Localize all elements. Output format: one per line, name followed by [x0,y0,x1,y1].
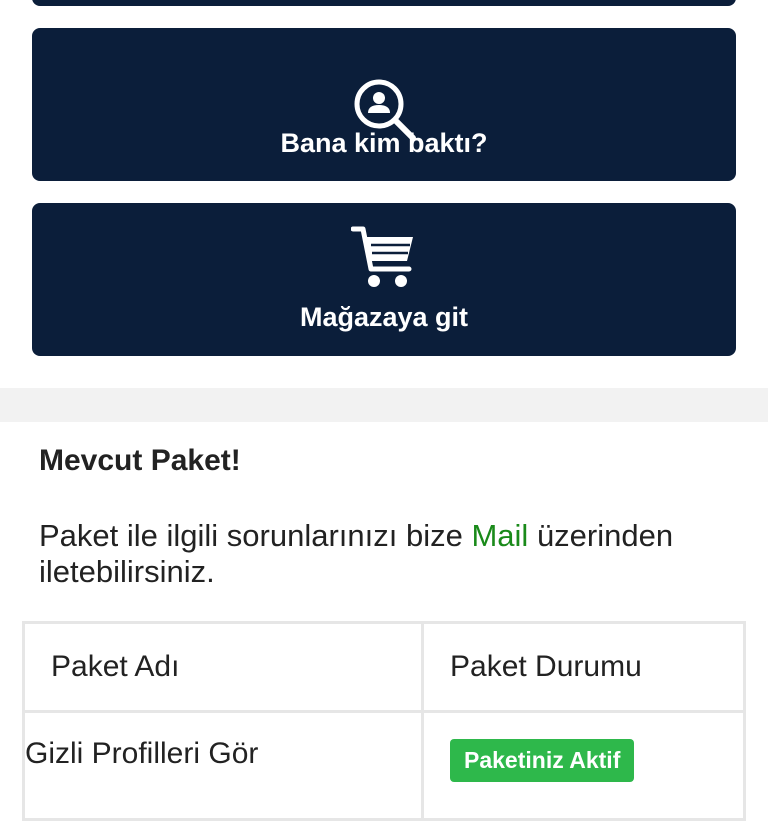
package-description: Paket ile ilgili sorunlarınızı bize Mail… [39,518,749,590]
package-status-cell: Paketiniz Aktif [421,710,746,821]
status-badge: Paketiniz Aktif [450,739,635,782]
actions-section: Bana kim baktı? Mağazaya git [0,0,768,388]
table-header-row: Paket Adı Paket Durumu [22,621,746,713]
package-description-prefix: Paket ile ilgili sorunlarınızı bize [39,518,472,553]
section-divider [0,388,768,422]
package-table: Paket Adı Paket Durumu Gizli Profilleri … [22,621,746,821]
who-viewed-me-button[interactable]: Bana kim baktı? [32,28,736,181]
go-to-store-label: Mağazaya git [299,302,469,332]
previous-action-card[interactable] [32,0,736,6]
package-name-cell: Gizli Profilleri Gör [22,710,424,821]
current-package-section: Mevcut Paket! Paket ile ilgili sorunları… [0,422,768,821]
current-package-title: Mevcut Paket! [39,444,241,477]
header-package-name: Paket Adı [22,621,424,713]
shopping-cart-icon [351,226,413,287]
header-package-status: Paket Durumu [421,621,746,713]
who-viewed-me-label: Bana kim baktı? [280,128,488,158]
mail-link[interactable]: Mail [471,518,528,553]
go-to-store-button[interactable]: Mağazaya git [32,203,736,356]
table-row: Gizli Profilleri Gör Paketiniz Aktif [22,710,746,821]
